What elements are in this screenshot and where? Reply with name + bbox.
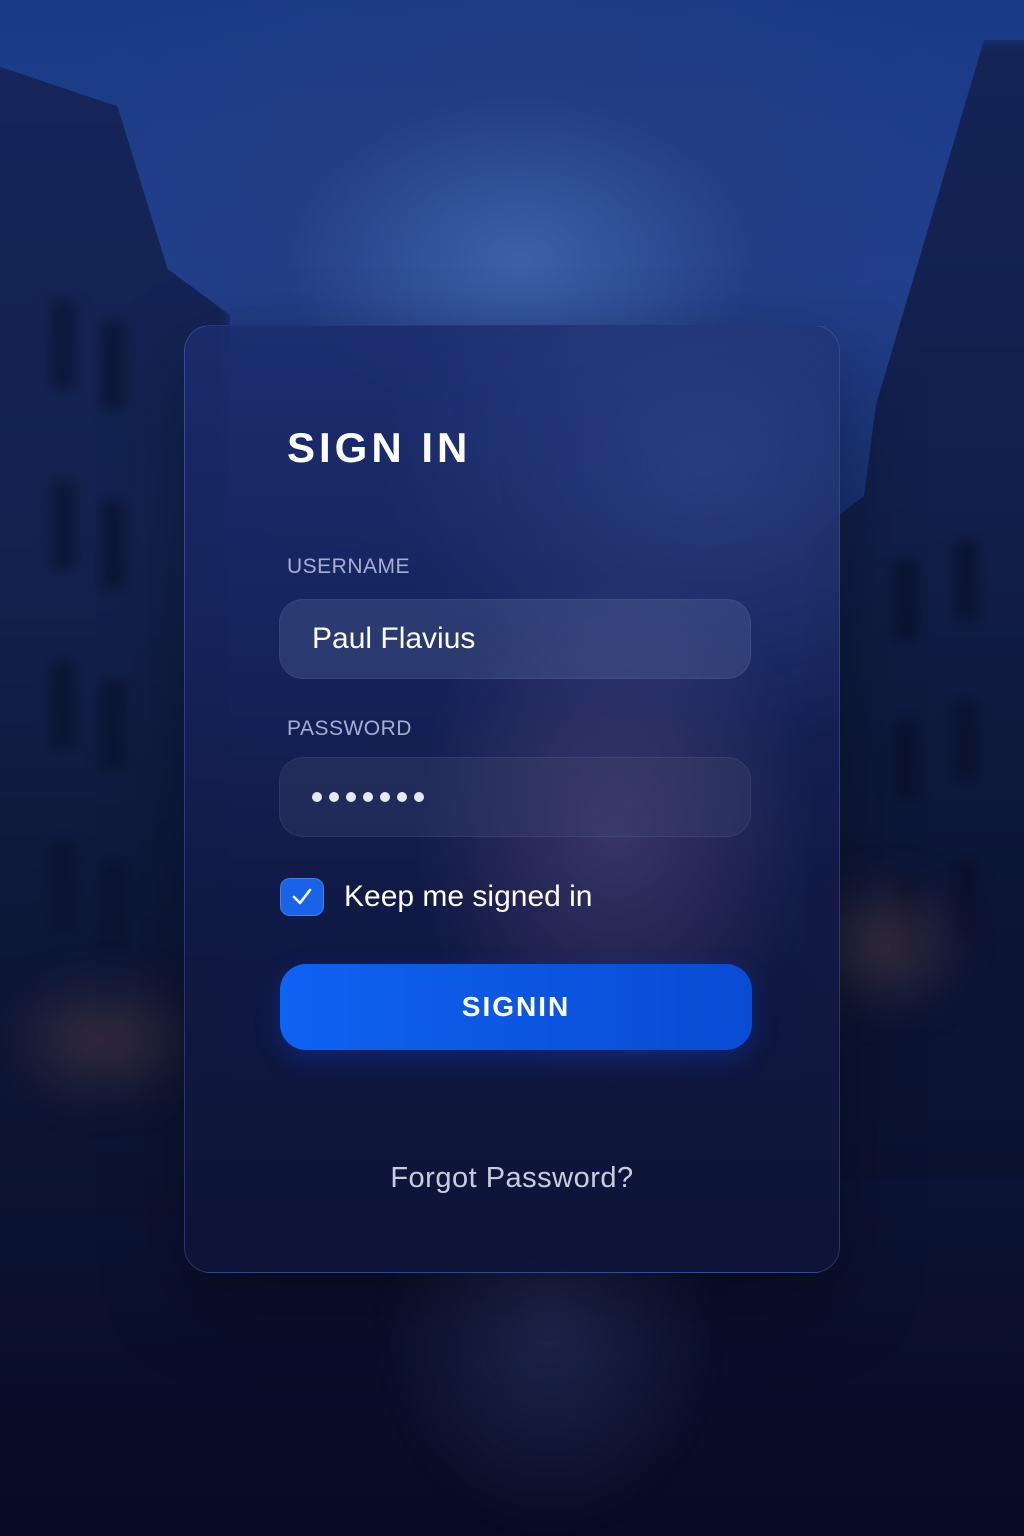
password-mask-dot (397, 792, 407, 802)
background-scene: SIGN IN USERNAME Paul Flavius PASSWORD K… (0, 0, 1024, 1536)
password-mask-dot (312, 792, 322, 802)
street-light-glow-left (30, 1000, 180, 1080)
username-input[interactable]: Paul Flavius (279, 599, 751, 679)
forgot-password-link[interactable]: Forgot Password? (185, 1162, 839, 1195)
sign-in-card: SIGN IN USERNAME Paul Flavius PASSWORD K… (184, 325, 840, 1273)
password-masked-value (312, 792, 424, 802)
password-label: PASSWORD (287, 717, 412, 740)
username-label: USERNAME (287, 555, 411, 578)
password-input[interactable] (279, 757, 751, 837)
keep-signed-in-toggle[interactable]: Keep me signed in (280, 878, 593, 916)
keep-signed-in-label: Keep me signed in (344, 880, 593, 913)
page-title: SIGN IN (287, 424, 472, 471)
password-mask-dot (346, 792, 356, 802)
sign-in-button[interactable]: SIGNIN (280, 964, 752, 1050)
password-mask-dot (329, 792, 339, 802)
password-mask-dot (380, 792, 390, 802)
password-mask-dot (363, 792, 373, 802)
street-light-glow-right (830, 900, 940, 990)
street-reflection (380, 1236, 720, 1536)
username-value: Paul Flavius (312, 622, 476, 655)
keep-signed-in-checkbox[interactable] (280, 878, 324, 916)
checkmark-icon (292, 888, 312, 905)
password-mask-dot (414, 792, 424, 802)
